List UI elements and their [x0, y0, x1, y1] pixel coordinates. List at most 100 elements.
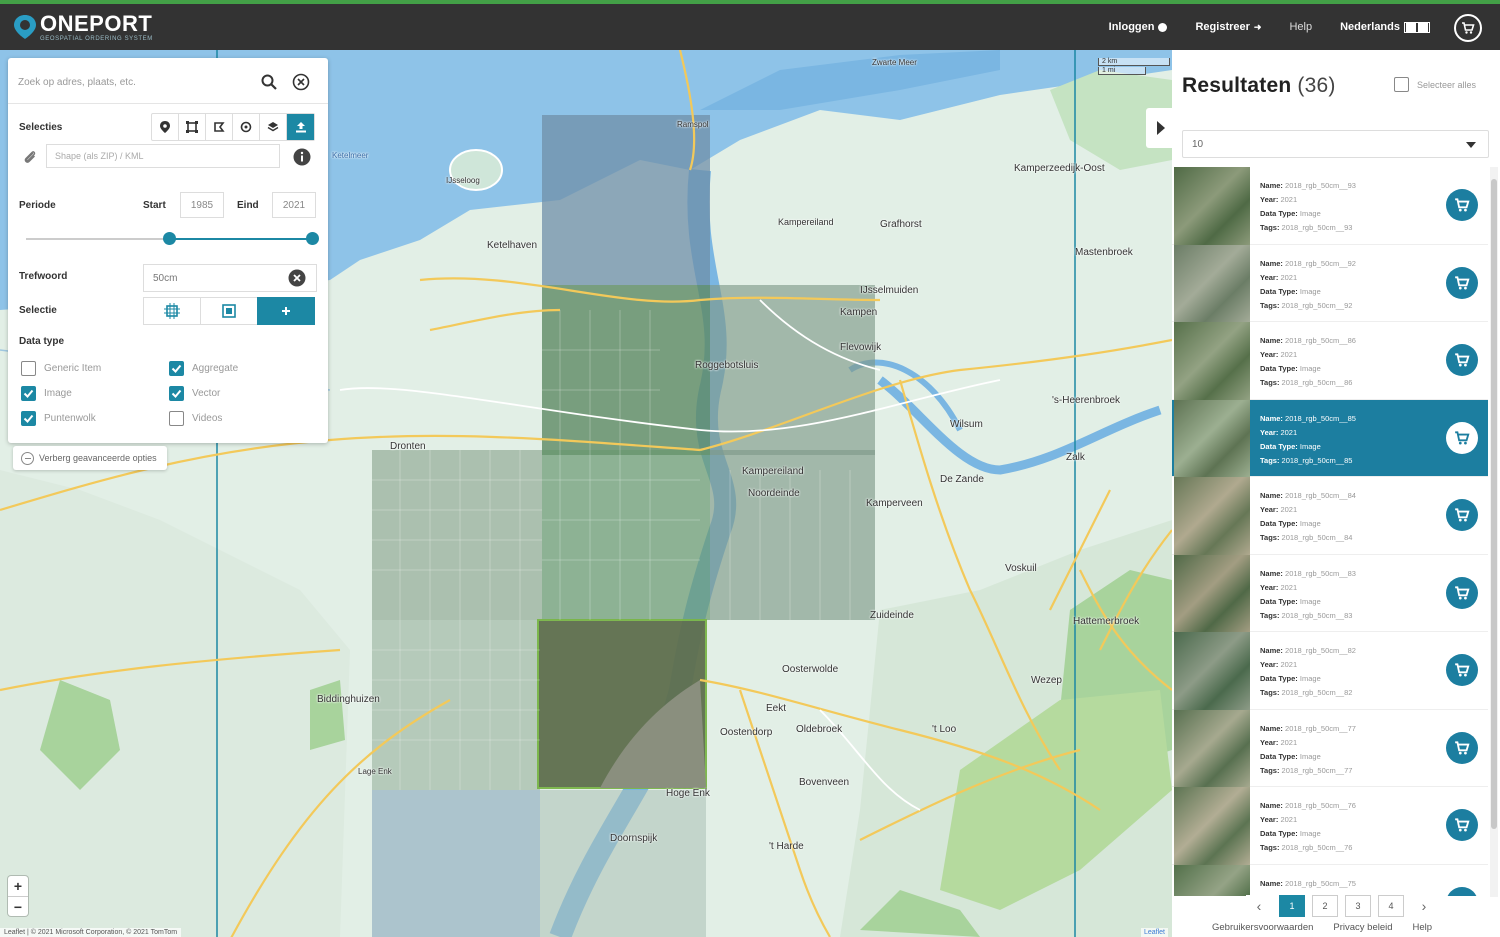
intersect-mode-button[interactable]: [143, 297, 201, 325]
cart-button[interactable]: [1454, 14, 1482, 42]
help-link[interactable]: Help: [1289, 21, 1312, 33]
result-item[interactable]: Name: 2018_rgb_50cm__93 Year: 2021 Data Ty…: [1172, 167, 1488, 245]
layers-tool[interactable]: [260, 114, 287, 140]
oneport-logo[interactable]: ONEPORT GEOSPATIAL ORDERING SYSTEM: [12, 12, 153, 42]
paperclip-icon: [24, 151, 36, 163]
datatype-option-label: Puntenwolk: [44, 413, 96, 424]
within-mode-button[interactable]: [200, 297, 258, 325]
map-attribution[interactable]: Leaflet | © 2021 Microsoft Corporation, …: [0, 928, 182, 937]
period-slider-start-handle[interactable]: [163, 232, 176, 245]
result-item[interactable]: Name: 2018_rgb_50cm__77 Year: 2021 Data Ty…: [1172, 709, 1488, 787]
datatype-aggregate[interactable]: Aggregate: [169, 361, 238, 376]
datatype-videos[interactable]: Videos: [169, 411, 222, 426]
result-thumbnail[interactable]: [1174, 399, 1250, 477]
result-name: 2018_rgb_50cm__76: [1285, 801, 1356, 810]
selection-mode-group: [143, 297, 315, 325]
next-page-button[interactable]: ›: [1411, 895, 1437, 917]
rectangle-tool[interactable]: [179, 114, 206, 140]
tags-field-label: Tags:: [1260, 688, 1280, 697]
result-item[interactable]: Name: 2018_rgb_50cm__75: [1172, 864, 1488, 896]
checkbox-icon: [169, 361, 184, 376]
datatype-vector[interactable]: Vector: [169, 386, 220, 401]
select-all-checkbox[interactable]: Selecteer alles: [1394, 77, 1476, 92]
collapse-results-button[interactable]: [1146, 108, 1172, 148]
result-thumbnail[interactable]: [1174, 322, 1250, 400]
login-link[interactable]: Inloggen: [1109, 21, 1168, 33]
result-item[interactable]: Name: 2018_rgb_50cm__85 Year: 2021 Data Ty…: [1172, 399, 1488, 477]
map-label: Flevowijk: [840, 342, 882, 353]
period-slider-end-handle[interactable]: [306, 232, 319, 245]
result-name: 2018_rgb_50cm__83: [1285, 568, 1356, 578]
add-to-cart-button[interactable]: [1446, 499, 1478, 531]
result-thumbnail[interactable]: [1174, 477, 1250, 555]
result-thumbnail[interactable]: [1174, 787, 1250, 865]
results-scrollbar[interactable]: [1490, 167, 1498, 897]
result-meta: Name: 2018_rgb_50cm__92 Year: 2021 Data Ty…: [1260, 257, 1356, 313]
circle-tool[interactable]: [233, 114, 260, 140]
page-3-button[interactable]: 3: [1345, 895, 1371, 917]
page-4-button[interactable]: 4: [1378, 895, 1404, 917]
result-item[interactable]: Name: 2018_rgb_50cm__83 Year: 2021 Data Ty…: [1172, 554, 1488, 632]
clear-keyword-button[interactable]: [288, 269, 306, 287]
result-item[interactable]: Name: 2018_rgb_50cm__92 Year: 2021 Data Ty…: [1172, 244, 1488, 322]
point-mode-button[interactable]: [257, 297, 315, 325]
cart-icon: [1455, 198, 1470, 212]
datatype-generic-item[interactable]: Generic Item: [21, 361, 101, 376]
result-datatype: Image: [1299, 519, 1321, 528]
leaflet-link[interactable]: Leaflet: [1140, 928, 1168, 937]
user-icon: [1158, 22, 1168, 32]
end-year-input[interactable]: 2021: [272, 192, 316, 218]
upload-tool[interactable]: [287, 114, 314, 140]
toggle-advanced-options-button[interactable]: Verberg geavanceerde opties: [13, 446, 167, 470]
add-to-cart-button[interactable]: [1446, 731, 1478, 764]
result-thumbnail[interactable]: [1174, 864, 1250, 896]
tags-field-label: Tags:: [1260, 455, 1280, 465]
add-to-cart-button[interactable]: [1446, 654, 1478, 686]
add-to-cart-button[interactable]: [1446, 886, 1478, 896]
search-button[interactable]: [260, 73, 278, 91]
page-1-button[interactable]: 1: [1279, 895, 1305, 917]
datatype-image[interactable]: Image: [21, 386, 72, 401]
zoom-out-button[interactable]: −: [8, 896, 28, 916]
shape-upload-input[interactable]: [46, 144, 280, 168]
language-select[interactable]: Nederlands: [1340, 21, 1430, 33]
add-to-cart-button[interactable]: [1446, 421, 1478, 454]
result-thumbnail[interactable]: [1174, 554, 1250, 632]
search-input[interactable]: [18, 72, 238, 92]
add-to-cart-button[interactable]: [1446, 809, 1478, 841]
result-year: 2021: [1280, 427, 1298, 437]
result-thumbnail[interactable]: [1174, 632, 1250, 710]
per-page-select[interactable]: 10: [1182, 130, 1489, 158]
result-tags: 2018_rgb_50cm__84: [1281, 533, 1353, 542]
add-to-cart-button[interactable]: [1446, 576, 1478, 609]
register-link[interactable]: Registreer ➜: [1195, 21, 1261, 33]
add-to-cart-button[interactable]: [1446, 344, 1478, 376]
marker-tool[interactable]: [152, 114, 179, 140]
keyword-label: Trefwoord: [19, 271, 68, 282]
polygon-tool[interactable]: [206, 114, 233, 140]
datatype-field-label: Data Type:: [1260, 286, 1298, 296]
result-thumbnail[interactable]: [1174, 244, 1250, 322]
add-to-cart-button[interactable]: [1446, 266, 1478, 299]
attach-button[interactable]: [20, 148, 40, 166]
result-item[interactable]: Name: 2018_rgb_50cm__82 Year: 2021 Data Ty…: [1172, 632, 1488, 710]
prev-page-button[interactable]: ‹: [1246, 895, 1272, 917]
result-thumbnail[interactable]: [1174, 167, 1250, 245]
result-item[interactable]: Name: 2018_rgb_50cm__76 Year: 2021 Data Ty…: [1172, 787, 1488, 865]
start-year-input[interactable]: 1985: [180, 192, 224, 218]
result-year: 2021: [1280, 582, 1298, 592]
privacy-link[interactable]: Privacy beleid: [1333, 922, 1392, 933]
selections-label: Selecties: [19, 122, 63, 133]
footer-help-link[interactable]: Help: [1413, 922, 1433, 933]
datatype-puntenwolk[interactable]: Puntenwolk: [21, 411, 96, 426]
add-to-cart-button[interactable]: [1446, 189, 1478, 221]
clear-search-button[interactable]: [292, 73, 310, 91]
zoom-in-button[interactable]: +: [8, 876, 28, 896]
info-button[interactable]: [293, 148, 311, 166]
result-thumbnail[interactable]: [1174, 709, 1250, 787]
terms-link[interactable]: Gebruikersvoorwaarden: [1212, 922, 1313, 933]
result-item[interactable]: Name: 2018_rgb_50cm__84 Year: 2021 Data Ty…: [1172, 477, 1488, 555]
page-2-button[interactable]: 2: [1312, 895, 1338, 917]
result-item[interactable]: Name: 2018_rgb_50cm__86 Year: 2021 Data Ty…: [1172, 322, 1488, 400]
cart-icon: [1455, 275, 1470, 290]
